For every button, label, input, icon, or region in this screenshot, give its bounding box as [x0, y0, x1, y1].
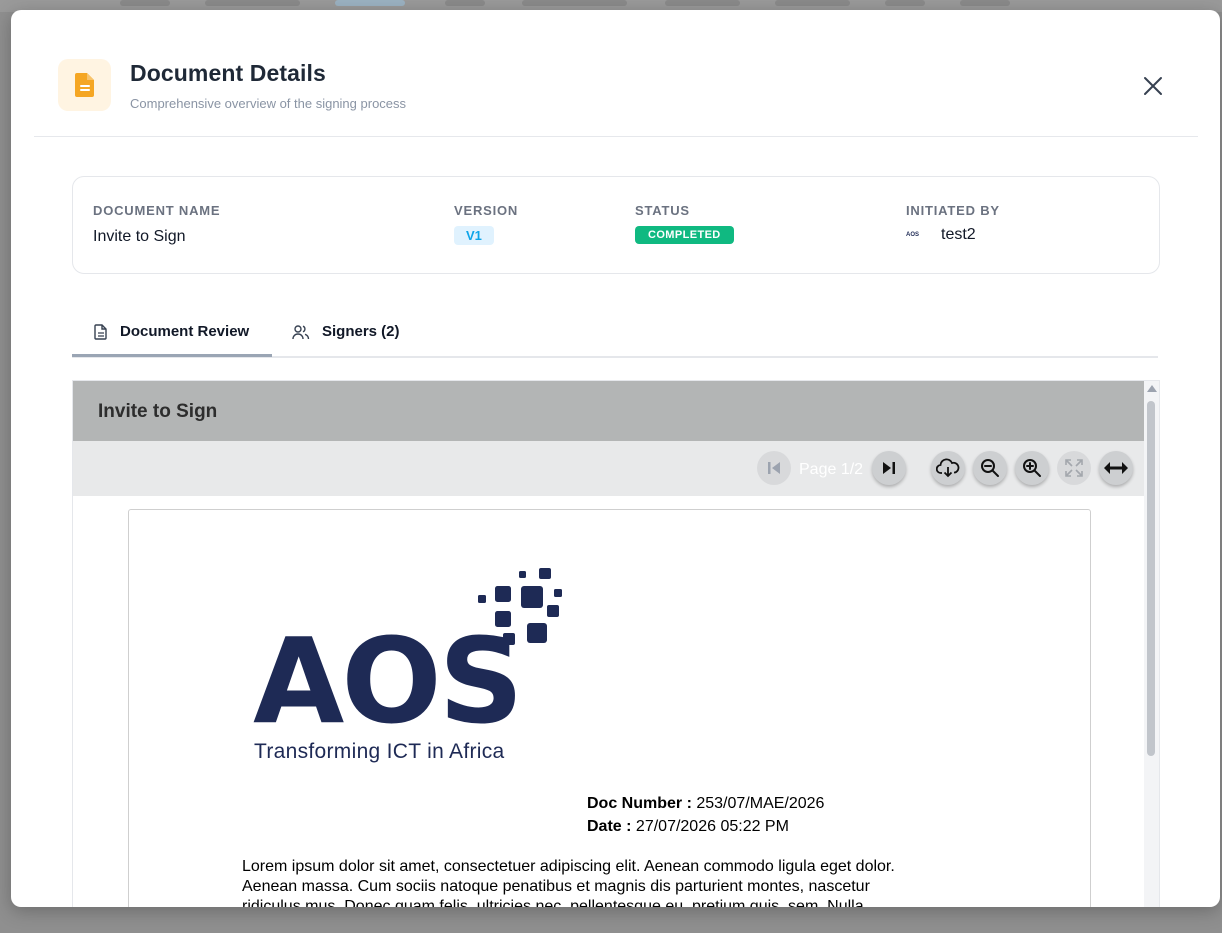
tab-document-review[interactable]: Document Review	[94, 323, 249, 340]
avatar: AOS	[906, 232, 920, 238]
last-page-icon	[883, 462, 895, 474]
first-page-icon	[768, 462, 780, 474]
tab-signers-label: Signers (2)	[322, 323, 400, 340]
close-icon	[1144, 77, 1162, 95]
status-badge: COMPLETED	[635, 226, 734, 244]
date-label: Date	[587, 818, 622, 835]
aos-logo: AOS	[253, 568, 562, 735]
status-label: STATUS	[635, 203, 690, 218]
download-icon	[936, 458, 960, 478]
body-line: ridiculus mus. Donec quam felis, ultrici…	[242, 898, 864, 907]
users-icon	[292, 324, 310, 340]
logo-text: AOS	[253, 612, 521, 735]
viewer-scrollbar[interactable]	[1144, 381, 1159, 907]
zoom-in-icon	[1023, 459, 1041, 477]
document-file-icon	[58, 59, 111, 111]
modal-header: Document Details Comprehensive overview …	[11, 10, 1220, 137]
tab-signers[interactable]: Signers (2)	[292, 323, 400, 340]
modal-subtitle: Comprehensive overview of the signing pr…	[130, 96, 407, 111]
document-name-field: DOCUMENT NAME Invite to Sign	[93, 203, 220, 246]
active-tab-indicator	[72, 354, 272, 357]
doc-number-value: 253/07/MAE/2026	[696, 795, 825, 812]
last-page-button[interactable]	[872, 451, 906, 485]
zoom-in-button[interactable]	[1015, 451, 1049, 485]
document-info-card: DOCUMENT NAME Invite to Sign VERSION V1 …	[72, 176, 1160, 274]
first-page-button[interactable]	[757, 451, 791, 485]
logo-tagline: Transforming ICT in Africa	[254, 740, 505, 763]
scroll-thumb[interactable]	[1147, 401, 1155, 756]
body-line: Lorem ipsum dolor sit amet, consectetuer…	[242, 858, 895, 875]
close-button[interactable]	[1139, 72, 1167, 100]
version-field: VERSION V1	[454, 203, 518, 245]
document-body-text: Lorem ipsum dolor sit amet, consectetuer…	[242, 857, 962, 907]
doc-number-label: Doc Number	[587, 795, 683, 812]
header-divider	[34, 136, 1198, 137]
body-line: Aenean massa. Cum sociis natoque penatib…	[242, 878, 870, 895]
version-label: VERSION	[454, 203, 519, 218]
document-meta: Doc Number : 253/07/MAE/2026 Date : 27/0…	[587, 795, 825, 835]
viewer-title: Invite to Sign	[98, 401, 218, 422]
viewer-toolbar: Page 1/2	[73, 441, 1144, 496]
fullscreen-button[interactable]	[1057, 451, 1091, 485]
pdf-viewer: Invite to Sign Page 1/2 AOS Transforming…	[72, 380, 1160, 907]
tab-document-review-label: Document Review	[120, 323, 250, 340]
document-page: AOS Transforming ICT in Africa Doc Numbe…	[128, 509, 1091, 907]
date-value: 27/07/2026 05:22 PM	[635, 818, 789, 835]
tabs: Document Review Signers (2)	[72, 316, 1158, 358]
zoom-out-icon	[981, 459, 999, 477]
initiated-by-label: INITIATED BY	[906, 203, 1000, 218]
version-badge: V1	[454, 226, 494, 245]
viewer-title-bar: Invite to Sign	[73, 381, 1144, 441]
fit-width-button[interactable]	[1099, 451, 1133, 485]
download-button[interactable]	[931, 451, 965, 485]
initiator-name: test2	[941, 226, 976, 243]
fullscreen-icon	[1065, 459, 1083, 477]
fit-width-icon	[1104, 462, 1128, 474]
document-name-label: DOCUMENT NAME	[93, 203, 221, 218]
scroll-up-icon[interactable]	[1147, 385, 1157, 392]
initiated-by-field: INITIATED BY AOS test2	[906, 203, 1000, 244]
zoom-out-button[interactable]	[973, 451, 1007, 485]
status-field: STATUS COMPLETED	[635, 203, 734, 244]
document-icon	[94, 323, 108, 340]
modal-title: Document Details	[130, 60, 326, 86]
document-details-modal: Document Details Comprehensive overview …	[11, 10, 1220, 907]
document-name-value: Invite to Sign	[93, 228, 186, 245]
page-indicator: Page 1/2	[799, 461, 864, 478]
